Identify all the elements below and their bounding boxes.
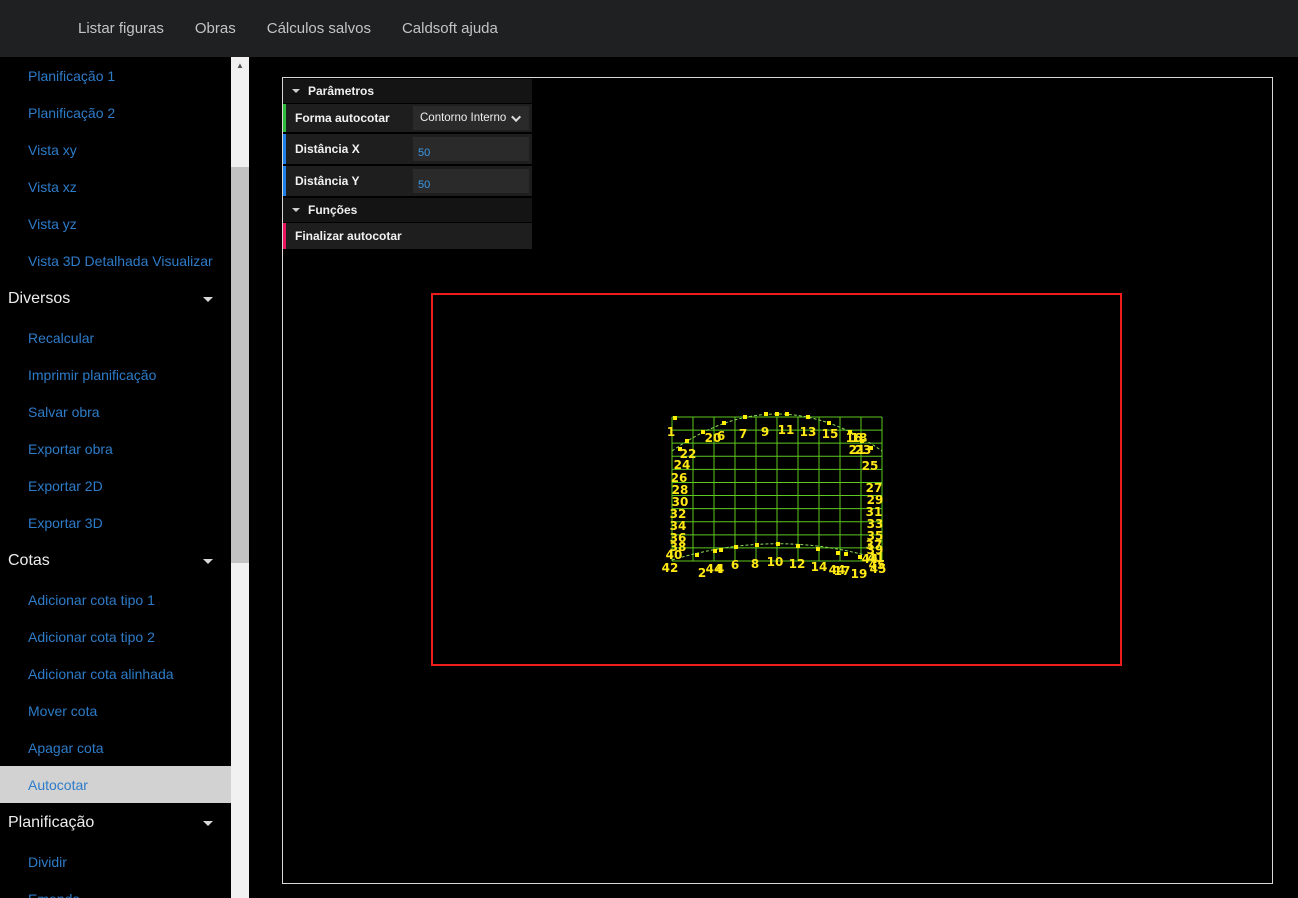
sidebar-item-exportar-2d[interactable]: Exportar 2D bbox=[0, 467, 231, 504]
svg-text:13: 13 bbox=[800, 425, 817, 439]
svg-text:8: 8 bbox=[751, 557, 759, 571]
svg-text:23: 23 bbox=[855, 443, 872, 457]
figure-svg: 1206791113151618212322242628303234363840… bbox=[658, 403, 888, 581]
chevron-down-icon bbox=[203, 821, 213, 826]
sidebar-item-recalcular[interactable]: Recalcular bbox=[0, 319, 231, 356]
sidebar-item-adicionar-cota-alinhada[interactable]: Adicionar cota alinhada bbox=[0, 655, 231, 692]
sidebar-item-exportar-3d[interactable]: Exportar 3D bbox=[0, 504, 231, 541]
svg-text:10: 10 bbox=[767, 555, 784, 569]
panel-section-title: Funções bbox=[308, 203, 357, 217]
svg-text:17: 17 bbox=[834, 564, 851, 578]
param-label: Distância X bbox=[295, 142, 413, 156]
sidebar-item-vista-xz[interactable]: Vista xz bbox=[0, 168, 231, 205]
sidebar-item-planificacao-2[interactable]: Planificação 2 bbox=[0, 94, 231, 131]
sidebar-section-label: Cotas bbox=[8, 552, 50, 570]
sidebar-item-dividir[interactable]: Dividir bbox=[0, 843, 231, 880]
svg-text:7: 7 bbox=[739, 427, 747, 441]
nav-caldsoft-ajuda[interactable]: Caldsoft ajuda bbox=[402, 20, 498, 37]
svg-text:40: 40 bbox=[666, 548, 683, 562]
sidebar-scrollbar[interactable] bbox=[231, 57, 249, 898]
svg-text:42: 42 bbox=[662, 561, 679, 575]
svg-text:6: 6 bbox=[731, 558, 739, 572]
param-label: Forma autocotar bbox=[295, 111, 413, 125]
sidebar-item-apagar-cota[interactable]: Apagar cota bbox=[0, 729, 231, 766]
param-row-distancia-y: Distância Y bbox=[283, 166, 532, 196]
sidebar-item-mover-cota[interactable]: Mover cota bbox=[0, 692, 231, 729]
sidebar-item-vista-xy[interactable]: Vista xy bbox=[0, 131, 231, 168]
sidebar-item-salvar-obra[interactable]: Salvar obra bbox=[0, 393, 231, 430]
sidebar-item-autocotar[interactable]: Autocotar bbox=[0, 766, 231, 803]
nav-obras[interactable]: Obras bbox=[195, 20, 236, 37]
svg-text:45: 45 bbox=[869, 558, 886, 572]
collapse-arrow-icon bbox=[292, 89, 300, 93]
panel-section-parametros[interactable]: Parâmetros bbox=[283, 79, 532, 103]
sidebar-item-vista-yz[interactable]: Vista yz bbox=[0, 205, 231, 242]
param-row-distancia-x: Distância X bbox=[283, 134, 532, 164]
select-value: Contorno Interno bbox=[420, 112, 506, 124]
nav-listar-figuras[interactable]: Listar figuras bbox=[78, 20, 164, 37]
chevron-down-icon bbox=[203, 297, 213, 302]
parameters-panel: Parâmetros Forma autocotar Contorno Inte… bbox=[283, 79, 532, 251]
sidebar-item-vista-3d[interactable]: Vista 3D Detalhada Visualizar bbox=[0, 242, 231, 279]
sidebar-menu: Planificação 1 Planificação 2 Vista xy V… bbox=[0, 57, 231, 898]
svg-text:12: 12 bbox=[789, 557, 806, 571]
scroll-up-arrow-icon[interactable] bbox=[231, 57, 249, 74]
sidebar-section-label: Diversos bbox=[8, 290, 70, 308]
chevron-down-icon bbox=[511, 112, 521, 122]
sidebar-section-planificacao[interactable]: Planificação bbox=[0, 803, 231, 843]
sidebar-item-exportar-obra[interactable]: Exportar obra bbox=[0, 430, 231, 467]
svg-text:24: 24 bbox=[674, 458, 691, 472]
distancia-y-input[interactable] bbox=[413, 169, 529, 193]
distancia-x-input[interactable] bbox=[413, 137, 529, 161]
sidebar-item-imprimir-planificacao[interactable]: Imprimir planificação bbox=[0, 356, 231, 393]
svg-text:25: 25 bbox=[862, 459, 879, 473]
param-row-forma-autocotar: Forma autocotar Contorno Interno bbox=[283, 104, 532, 132]
drawing-canvas[interactable]: Parâmetros Forma autocotar Contorno Inte… bbox=[282, 77, 1273, 884]
sidebar-section-cotas[interactable]: Cotas bbox=[0, 541, 231, 581]
finalizar-autocotar-button[interactable]: Finalizar autocotar bbox=[283, 223, 532, 249]
scrollbar-thumb[interactable] bbox=[231, 167, 249, 563]
svg-text:19: 19 bbox=[851, 567, 868, 581]
sidebar-section-diversos[interactable]: Diversos bbox=[0, 279, 231, 319]
svg-text:4: 4 bbox=[716, 562, 724, 576]
panel-section-funcoes[interactable]: Funções bbox=[283, 198, 532, 222]
svg-text:1: 1 bbox=[667, 425, 675, 439]
sidebar-section-label: Planificação bbox=[8, 814, 94, 832]
svg-text:14: 14 bbox=[811, 560, 828, 574]
sidebar-item-planificacao-1[interactable]: Planificação 1 bbox=[0, 57, 231, 94]
sidebar-item-adicionar-cota-tipo-1[interactable]: Adicionar cota tipo 1 bbox=[0, 581, 231, 618]
chevron-down-icon bbox=[203, 559, 213, 564]
top-navbar: Listar figuras Obras Cálculos salvos Cal… bbox=[0, 0, 1298, 57]
forma-autocotar-select[interactable]: Contorno Interno bbox=[413, 106, 529, 130]
collapse-arrow-icon bbox=[292, 208, 300, 212]
param-label: Distância Y bbox=[295, 174, 413, 188]
nav-calculos-salvos[interactable]: Cálculos salvos bbox=[267, 20, 371, 37]
svg-text:11: 11 bbox=[778, 423, 795, 437]
svg-text:15: 15 bbox=[822, 427, 839, 441]
panel-section-title: Parâmetros bbox=[308, 84, 374, 98]
svg-text:9: 9 bbox=[761, 425, 769, 439]
sidebar-item-adicionar-cota-tipo-2[interactable]: Adicionar cota tipo 2 bbox=[0, 618, 231, 655]
svg-text:6: 6 bbox=[717, 429, 725, 443]
button-label: Finalizar autocotar bbox=[295, 229, 529, 243]
sidebar-item-emenda[interactable]: Emenda bbox=[0, 880, 231, 898]
